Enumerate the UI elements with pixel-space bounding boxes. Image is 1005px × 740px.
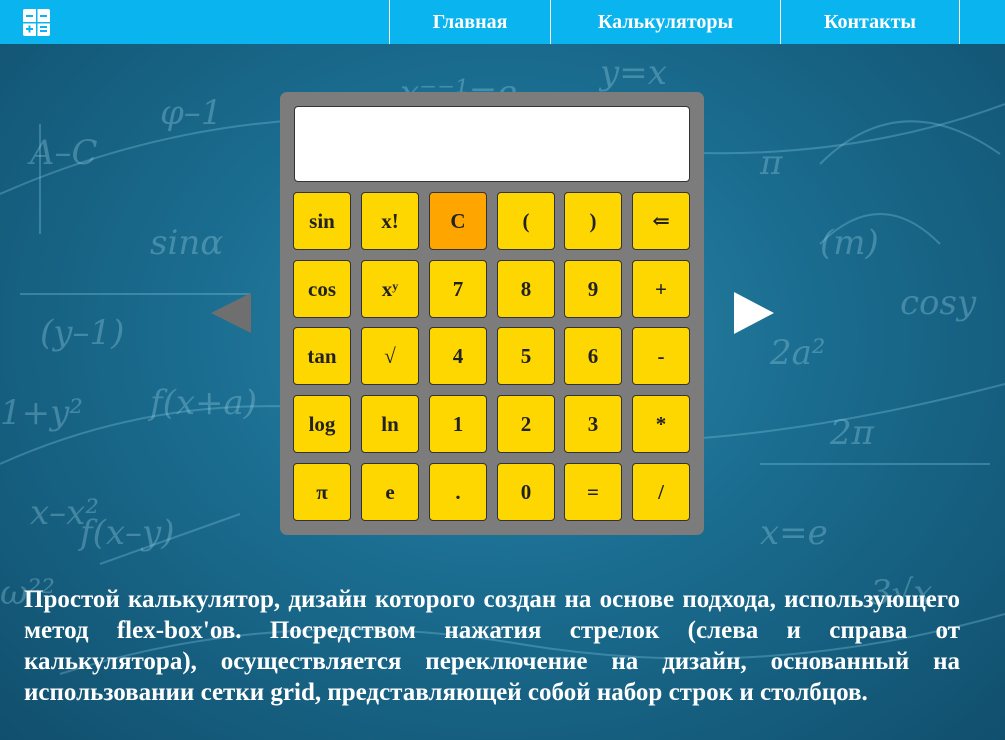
key-9[interactable]: 9	[564, 260, 622, 318]
svg-text:x=e: x=e	[760, 513, 828, 553]
key-multiply[interactable]: *	[632, 395, 690, 453]
nav-home[interactable]: Главная	[389, 0, 550, 44]
key-5[interactable]: 5	[497, 327, 555, 385]
key-pi[interactable]: π	[293, 463, 351, 521]
key-minus[interactable]: -	[632, 327, 690, 385]
key-cos[interactable]: cos	[293, 260, 351, 318]
key-divide[interactable]: /	[632, 463, 690, 521]
svg-text:cosy: cosy	[900, 283, 977, 323]
key-decimal[interactable]: .	[429, 463, 487, 521]
key-open-paren[interactable]: (	[497, 192, 555, 250]
svg-text:A–C: A–C	[27, 133, 98, 173]
next-design-arrow[interactable]	[734, 292, 774, 334]
svg-text:f(x+a): f(x+a)	[147, 383, 257, 423]
svg-text:π: π	[759, 143, 783, 183]
key-ln[interactable]: ln	[361, 395, 419, 453]
svg-text:φ–1: φ–1	[160, 93, 222, 133]
navbar: Главная Калькуляторы Контакты	[0, 0, 1005, 44]
key-power-exponent: y	[392, 278, 399, 293]
key-sin[interactable]: sin	[293, 192, 351, 250]
key-plus[interactable]: +	[632, 260, 690, 318]
key-log[interactable]: log	[293, 395, 351, 453]
key-equals[interactable]: =	[564, 463, 622, 521]
key-backspace[interactable]: ⇐	[632, 192, 690, 250]
key-2[interactable]: 2	[497, 395, 555, 453]
key-e[interactable]: e	[361, 463, 419, 521]
key-factorial[interactable]: x!	[361, 192, 419, 250]
nav-contacts[interactable]: Контакты	[780, 0, 960, 44]
svg-text:(y–1): (y–1)	[40, 313, 124, 353]
svg-text:1+y²: 1+y²	[0, 393, 83, 433]
key-8[interactable]: 8	[497, 260, 555, 318]
key-close-paren[interactable]: )	[564, 192, 622, 250]
key-power-base: x	[381, 276, 393, 301]
calculator-display[interactable]	[294, 106, 690, 182]
previous-design-arrow[interactable]	[211, 293, 251, 333]
nav-calculators[interactable]: Калькуляторы	[550, 0, 780, 44]
key-sqrt[interactable]: √	[361, 327, 419, 385]
key-1[interactable]: 1	[429, 395, 487, 453]
key-power[interactable]: xy	[361, 260, 419, 318]
key-tan[interactable]: tan	[293, 327, 351, 385]
key-4[interactable]: 4	[429, 327, 487, 385]
key-3[interactable]: 3	[564, 395, 622, 453]
key-clear[interactable]: C	[429, 192, 487, 250]
calculator-logo-icon[interactable]	[23, 9, 50, 36]
svg-text:2a²: 2a²	[769, 333, 826, 373]
page-description: Простой калькулятор, дизайн которого соз…	[24, 586, 960, 706]
key-7[interactable]: 7	[429, 260, 487, 318]
svg-text:2π: 2π	[829, 413, 875, 453]
calculator: sin x! C ( ) ⇐ cos xy 7 8 9 + tan √ 4 5 …	[280, 92, 704, 535]
key-6[interactable]: 6	[564, 327, 622, 385]
key-0[interactable]: 0	[497, 463, 555, 521]
svg-text:f(x–y): f(x–y)	[77, 513, 175, 553]
svg-text:(m): (m)	[820, 223, 879, 263]
svg-text:y=x: y=x	[598, 53, 667, 93]
svg-text:sinα: sinα	[150, 223, 223, 263]
